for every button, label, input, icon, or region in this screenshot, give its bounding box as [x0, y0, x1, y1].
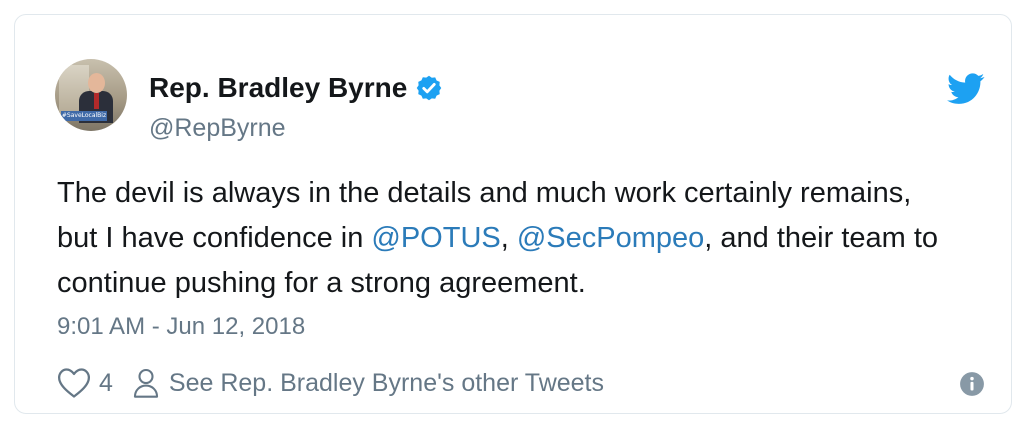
- tweet-text: The devil is always in the details and m…: [57, 171, 957, 306]
- see-other-tweets-label[interactable]: See Rep. Bradley Byrne's other Tweets: [169, 368, 604, 398]
- avatar-person-tie: [94, 93, 99, 109]
- see-other-tweets-link[interactable]: See Rep. Bradley Byrne's other Tweets: [133, 367, 604, 399]
- avatar-sign: #SaveLocalBiz: [61, 111, 107, 121]
- tweet-card: #SaveLocalBiz Rep. Bradley Byrne @RepByr…: [14, 14, 1012, 414]
- avatar-person-head: [88, 73, 105, 93]
- tweet-text-part2: ,: [500, 222, 517, 254]
- author-name-row[interactable]: Rep. Bradley Byrne: [149, 71, 443, 105]
- author-display-name[interactable]: Rep. Bradley Byrne: [149, 71, 407, 105]
- tweet-timestamp[interactable]: 9:01 AM - Jun 12, 2018: [57, 311, 305, 343]
- author-handle[interactable]: @RepByrne: [149, 113, 286, 143]
- heart-icon: [57, 368, 91, 398]
- person-icon: [133, 368, 158, 398]
- twitter-bird-icon[interactable]: [947, 73, 985, 105]
- tweet-actions: 4 See Rep. Bradley Byrne's other Tweets: [57, 367, 604, 399]
- avatar[interactable]: #SaveLocalBiz: [55, 59, 127, 131]
- like-button[interactable]: 4: [57, 367, 113, 399]
- verified-badge-icon: [417, 75, 442, 101]
- mention-secpompeo-link[interactable]: @SecPompeo: [517, 222, 704, 254]
- mention-potus-link[interactable]: @POTUS: [371, 222, 500, 254]
- info-icon[interactable]: [959, 371, 985, 397]
- like-count: 4: [99, 369, 113, 397]
